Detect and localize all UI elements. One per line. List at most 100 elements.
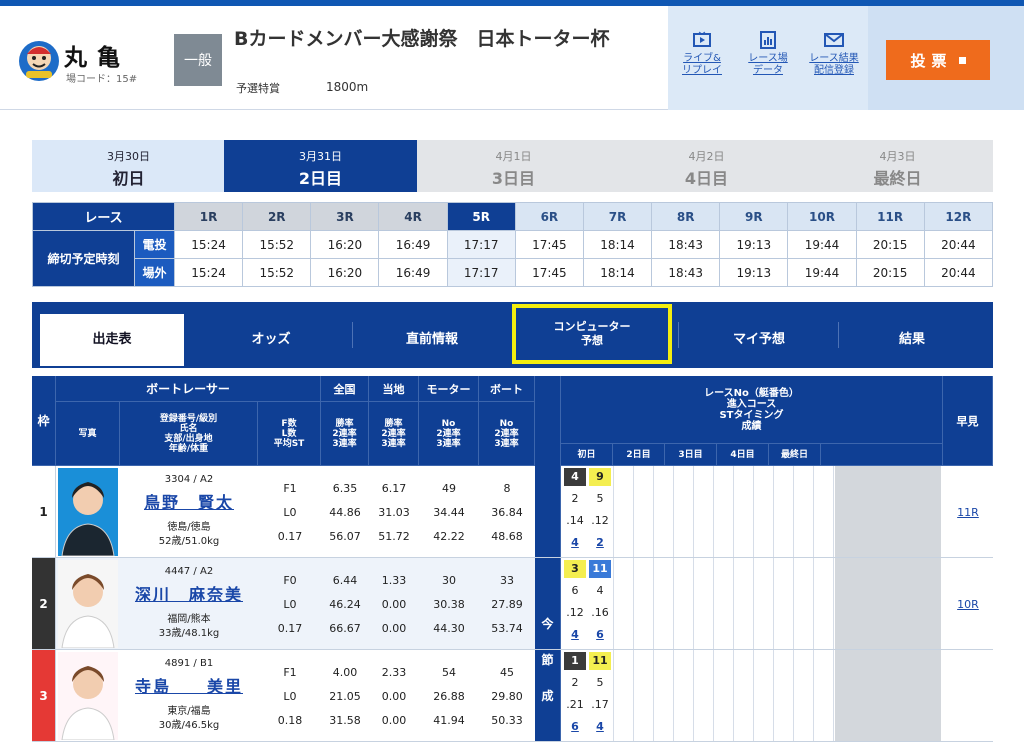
series-s4[interactable]: 2 bbox=[589, 534, 611, 552]
early-race-link[interactable]: 10R bbox=[957, 598, 979, 611]
racer-fl-st: F0 bbox=[283, 574, 297, 587]
subheader-line: No bbox=[499, 418, 514, 429]
result-mail-button[interactable]: レース結果 配信登録 bbox=[804, 30, 864, 92]
tab-result[interactable]: 結果 bbox=[842, 314, 982, 366]
racer-name-link[interactable]: 鳥野 賢太 bbox=[120, 490, 258, 512]
subheader-line: 勝率 bbox=[384, 418, 403, 429]
phone-time: 19:44 bbox=[787, 230, 857, 259]
offsite-time: 17:17 bbox=[446, 258, 516, 287]
offsite-time: 19:44 bbox=[787, 258, 857, 287]
grid-line bbox=[833, 558, 834, 650]
race-number-3[interactable]: 3R bbox=[310, 202, 380, 231]
race-number-11[interactable]: 11R bbox=[855, 202, 925, 231]
phone-time: 17:45 bbox=[514, 230, 584, 259]
vote-button[interactable]: 投票 bbox=[886, 40, 990, 80]
racer-fl-st: 0.17 bbox=[277, 622, 303, 635]
series-s3: .16 bbox=[591, 606, 609, 619]
race-number-6[interactable]: 6R bbox=[514, 202, 584, 231]
series-s3: .12 bbox=[591, 514, 609, 527]
racer-loc-stat: 51.72 bbox=[378, 530, 410, 543]
subheader-line: 3連率 bbox=[332, 438, 357, 449]
series-s4[interactable]: 6 bbox=[589, 626, 611, 644]
day-date: 4月3日 bbox=[879, 150, 916, 163]
phone-time: 15:24 bbox=[173, 230, 244, 259]
race-label-cell: レース bbox=[32, 202, 175, 231]
day-tab-2[interactable]: 3月31日 2日目 bbox=[224, 140, 417, 192]
day-tab-1[interactable]: 3月30日 初日 bbox=[32, 140, 225, 192]
series-info-line: STタイミング bbox=[719, 409, 784, 421]
early-race-link[interactable]: 11R bbox=[957, 506, 979, 519]
series-info-line: 成績 bbox=[741, 420, 762, 432]
grid-line bbox=[733, 558, 734, 650]
race-number-9[interactable]: 9R bbox=[719, 202, 789, 231]
offsite-time: 18:14 bbox=[582, 258, 653, 287]
race-distance: 1800m bbox=[326, 80, 369, 94]
day-date: 4月1日 bbox=[495, 150, 532, 163]
this-series-char: 節 bbox=[541, 653, 554, 667]
race-number-10[interactable]: 10R bbox=[787, 202, 857, 231]
day-name: 初日 bbox=[112, 169, 145, 188]
series-s4[interactable]: 4 bbox=[564, 534, 586, 552]
race-number-12[interactable]: 12R bbox=[923, 202, 994, 231]
grid-line bbox=[793, 466, 794, 558]
grid-line bbox=[713, 558, 714, 650]
racer-nat-stat: 6.44 bbox=[332, 574, 358, 587]
series-s4[interactable]: 4 bbox=[564, 626, 586, 644]
subheader-line: 2連率 bbox=[494, 428, 519, 439]
stadium-mascot-icon bbox=[19, 41, 59, 81]
stadium-code: 場コード：15# bbox=[66, 74, 138, 85]
grid-line bbox=[733, 650, 734, 742]
grid-line bbox=[613, 650, 614, 742]
series-info-header: レースNo（艇番色） 進入コース STタイミング 成績 bbox=[561, 376, 943, 444]
phone-time: 20:15 bbox=[855, 230, 925, 259]
racer-boat-stat: 50.33 bbox=[491, 714, 523, 727]
racer-loc-stat: 0.00 bbox=[381, 714, 407, 727]
race-type: 予選特賞 bbox=[236, 82, 280, 95]
series-s4[interactable]: 4 bbox=[589, 718, 611, 736]
grid-line bbox=[733, 466, 734, 558]
grid-line bbox=[633, 558, 634, 650]
race-number-7[interactable]: 7R bbox=[582, 202, 653, 231]
racer-loc-stat: 0.00 bbox=[381, 598, 407, 611]
stadium-data-button[interactable]: レース場 データ bbox=[738, 30, 798, 92]
day-tab-3[interactable]: 4月1日 3日目 bbox=[417, 140, 610, 192]
tab-before-info[interactable]: 直前情報 bbox=[358, 314, 506, 366]
race-number-8[interactable]: 8R bbox=[651, 202, 721, 231]
racer-mot-stat: 54 bbox=[442, 666, 456, 679]
grade-badge: 一般 bbox=[174, 34, 222, 86]
live-replay-button[interactable]: ライブ& リプレイ bbox=[672, 30, 732, 92]
racer-nat-stat: 21.05 bbox=[329, 690, 361, 703]
reg-header-line: 登録番号/級別 bbox=[159, 413, 218, 424]
racer-loc-stat: 0.00 bbox=[381, 622, 407, 635]
day-tab-5[interactable]: 4月3日 最終日 bbox=[802, 140, 993, 192]
series-gray-area bbox=[835, 558, 941, 650]
grid-line bbox=[813, 650, 814, 742]
tab-entry-list[interactable]: 出走表 bbox=[40, 314, 184, 366]
race-number-2[interactable]: 2R bbox=[242, 202, 312, 231]
reg-header-line: 氏名 bbox=[179, 423, 198, 434]
series-gray-area bbox=[835, 466, 941, 558]
day-tab-4[interactable]: 4月2日 4日目 bbox=[610, 140, 803, 192]
computer-label-1: コンピューター bbox=[553, 320, 631, 333]
vote-label: 投票 bbox=[910, 51, 953, 70]
tab-my-prediction[interactable]: マイ予想 bbox=[684, 314, 834, 366]
series-s2: 4 bbox=[596, 584, 604, 597]
tab-computer-prediction[interactable]: コンピューター 予想 bbox=[512, 304, 672, 364]
series-s3: .21 bbox=[566, 698, 584, 711]
race-number-5[interactable]: 5R bbox=[446, 202, 516, 231]
early-cell: 10R bbox=[943, 558, 993, 650]
early-cell bbox=[943, 650, 993, 742]
tab-odds[interactable]: オッズ bbox=[196, 314, 346, 366]
racer-name-link[interactable]: 深川 麻奈美 bbox=[120, 582, 258, 604]
racer-mot-stat: 44.30 bbox=[433, 622, 465, 635]
race-number-4[interactable]: 4R bbox=[378, 202, 448, 231]
frame-number: 3 bbox=[32, 650, 56, 742]
subheader-line: 勝率 bbox=[335, 418, 354, 429]
racer-mot-stat: 42.22 bbox=[433, 530, 465, 543]
national-header: 全国 bbox=[321, 376, 369, 402]
series-s4[interactable]: 6 bbox=[564, 718, 586, 736]
race-number-1[interactable]: 1R bbox=[173, 202, 244, 231]
series-day-2: 2日目 bbox=[613, 444, 665, 466]
racer-name-link[interactable]: 寺島 美里 bbox=[120, 674, 258, 696]
racer-boat-stat: 36.84 bbox=[491, 506, 523, 519]
